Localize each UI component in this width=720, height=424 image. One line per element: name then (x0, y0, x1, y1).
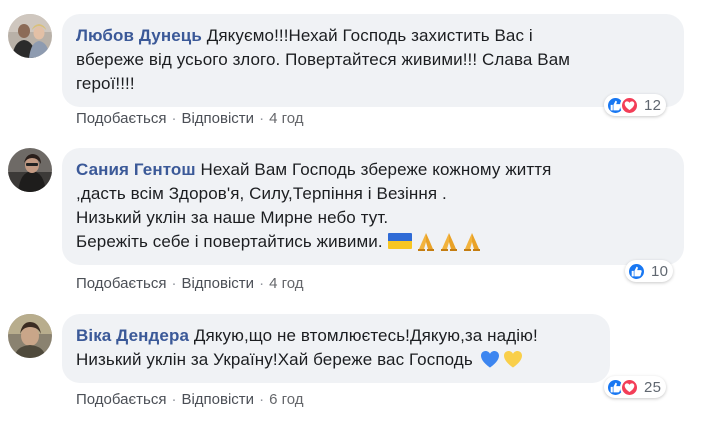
reaction-count: 12 (644, 96, 662, 114)
like-button[interactable]: Подобається (76, 110, 166, 127)
comment-actions: Подобається · Відповісти · 6 год (76, 391, 303, 408)
comment-text: Низький уклін за наше Мирне небо тут. (76, 208, 389, 227)
folded-hands-icon (417, 233, 434, 251)
comment-bubble: Віка Дендера Дякую,що не втомлюєтесь!Дяк… (62, 314, 610, 383)
comment-bubble: Сания Гентош Нехай Вам Господь збереже к… (62, 148, 684, 265)
like-icon (627, 261, 646, 281)
folded-hands-icon (440, 233, 457, 251)
blue-heart-icon (480, 351, 499, 368)
ukraine-flag-icon (387, 233, 412, 249)
timestamp[interactable]: 6 год (269, 391, 303, 408)
comment-line: Бережіть себе і повертайтись живими. (76, 230, 671, 254)
comment-text: Низький уклін за Україну!Хай береже вас … (76, 350, 473, 369)
comment-bubble: Любов Дунець Дякуємо!!!Нехай Господь зах… (62, 14, 684, 107)
avatar-photo (8, 148, 52, 192)
love-icon (620, 95, 639, 115)
comment-line: Віка Дендера Дякую,що не втомлюєтесь!Дяк… (76, 324, 597, 348)
author-name[interactable]: Віка Дендера (76, 326, 189, 345)
comment-actions: Подобається · Відповісти · 4 год (76, 275, 303, 292)
author-name[interactable]: Сания Гентош (76, 160, 196, 179)
timestamp[interactable]: 4 год (269, 275, 303, 292)
reply-button[interactable]: Відповісти (181, 391, 254, 408)
separator: · (259, 391, 265, 408)
avatar[interactable] (8, 148, 52, 192)
avatar[interactable] (8, 314, 52, 358)
reactions-summary[interactable]: 25 (604, 376, 667, 398)
reply-button[interactable]: Відповісти (181, 275, 254, 292)
avatar-photo (8, 314, 52, 358)
timestamp[interactable]: 4 год (269, 110, 303, 127)
reaction-count: 10 (651, 262, 669, 280)
separator: · (259, 110, 265, 127)
love-icon (620, 377, 639, 397)
reactions-summary[interactable]: 12 (604, 94, 667, 116)
yellow-heart-icon (503, 351, 522, 368)
comment-text: Дякуємо!!!Нехай Господь захистить Вас і (206, 26, 533, 45)
separator: · (171, 110, 177, 127)
like-button[interactable]: Подобається (76, 391, 166, 408)
comment-text: вбереже від усього злого. Повертайтеся ж… (76, 50, 571, 69)
reply-button[interactable]: Відповісти (181, 110, 254, 127)
comment-line: Низький уклін за Україну!Хай береже вас … (76, 348, 597, 372)
reaction-count: 25 (644, 378, 662, 396)
author-name[interactable]: Любов Дунець (76, 26, 202, 45)
like-button[interactable]: Подобається (76, 275, 166, 292)
comment-text: Нехай Вам Господь збереже кожному життя (200, 160, 552, 179)
avatar[interactable] (8, 14, 52, 58)
comment-text: Бережіть себе і повертайтись живими. (76, 232, 383, 251)
separator: · (171, 391, 177, 408)
reactions-summary[interactable]: 10 (625, 260, 674, 282)
comment-text: ,дасть всім Здоров'я, Силу,Терпіння і Ве… (76, 184, 447, 203)
comment-text: Дякую,що не втомлюєтесь!Дякую,за надію! (193, 326, 538, 345)
avatar-photo (8, 14, 52, 58)
folded-hands-icon (463, 233, 480, 251)
separator: · (171, 275, 177, 292)
comment-actions: Подобається · Відповісти · 4 год (76, 110, 303, 127)
comment-line: Сания Гентош Нехай Вам Господь збереже к… (76, 158, 671, 182)
separator: · (259, 275, 265, 292)
comment-line: Любов Дунець Дякуємо!!!Нехай Господь зах… (76, 24, 671, 48)
comment-text: герої!!!! (76, 74, 135, 93)
